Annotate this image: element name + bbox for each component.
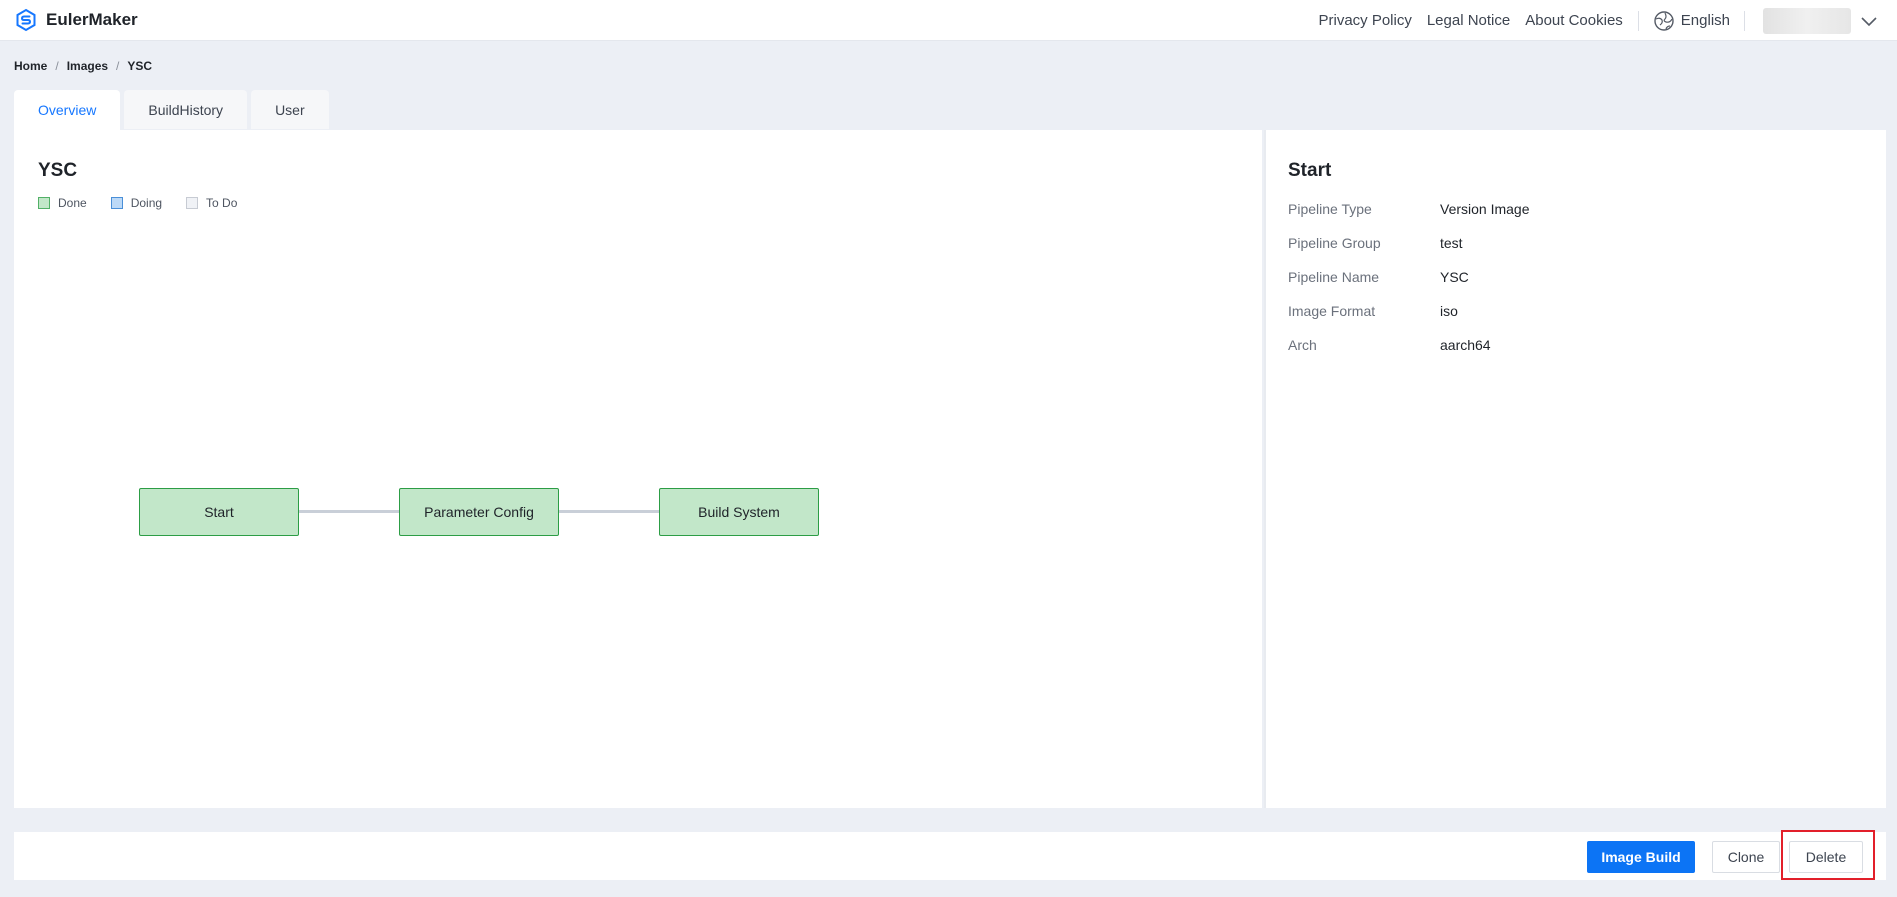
globe-icon — [1654, 10, 1674, 31]
chevron-down-icon[interactable] — [1857, 9, 1881, 33]
breadcrumb-separator: / — [55, 59, 59, 73]
app-name: EulerMaker — [46, 10, 138, 29]
delete-button[interactable]: Delete — [1789, 841, 1863, 873]
legal-notice-link[interactable]: Legal Notice — [1427, 12, 1510, 29]
detail-row: Pipeline Name YSC — [1288, 269, 1848, 303]
detail-key: Pipeline Group — [1288, 235, 1381, 251]
breadcrumb-current: YSC — [127, 59, 153, 73]
pipeline-node-parameter-config[interactable]: Parameter Config — [399, 488, 559, 536]
tab-user[interactable]: User — [251, 90, 329, 129]
detail-key: Pipeline Name — [1288, 269, 1380, 285]
detail-row: Arch aarch64 — [1288, 337, 1848, 371]
breadcrumb-images[interactable]: Images — [67, 59, 108, 73]
detail-value: iso — [1440, 303, 1458, 319]
pipeline-connector — [299, 510, 401, 513]
nav-divider — [1744, 10, 1745, 31]
tab-buildhistory[interactable]: BuildHistory — [124, 90, 248, 129]
details-title: Start — [1288, 160, 1332, 181]
pipeline-overview-panel: YSC Done Doing To Do Start Parameter Con… — [14, 130, 1262, 808]
detail-value: YSC — [1440, 269, 1469, 285]
pipeline-connector — [559, 510, 661, 513]
detail-key: Arch — [1288, 337, 1317, 353]
detail-row: Pipeline Group test — [1288, 235, 1848, 269]
privacy-policy-link[interactable]: Privacy Policy — [1318, 12, 1411, 29]
tab-bar: Overview BuildHistory User — [14, 90, 329, 130]
language-switcher[interactable]: English — [1653, 10, 1730, 32]
detail-key: Pipeline Type — [1288, 201, 1372, 217]
breadcrumb-separator: / — [116, 59, 120, 73]
breadcrumb-home[interactable]: Home — [14, 59, 47, 73]
pipeline-flow: Start Parameter Config Build System — [14, 130, 1262, 808]
tab-overview[interactable]: Overview — [14, 90, 121, 130]
breadcrumb: Home / Images / YSC — [14, 59, 152, 73]
eulermaker-logo-icon — [16, 8, 36, 32]
pipeline-node-build-system[interactable]: Build System — [659, 488, 819, 536]
about-cookies-link[interactable]: About Cookies — [1525, 12, 1623, 29]
detail-value: test — [1440, 235, 1463, 251]
detail-key: Image Format — [1288, 303, 1376, 319]
details-list: Pipeline Type Version Image Pipeline Gro… — [1288, 201, 1848, 371]
detail-value: Version Image — [1440, 201, 1530, 217]
app-logo[interactable]: EulerMaker — [14, 8, 138, 32]
clone-button[interactable]: Clone — [1712, 841, 1780, 873]
image-build-button[interactable]: Image Build — [1587, 841, 1695, 873]
pipeline-node-start[interactable]: Start — [139, 488, 299, 536]
detail-row: Pipeline Type Version Image — [1288, 201, 1848, 235]
nav-divider — [1637, 10, 1639, 31]
language-label: English — [1680, 12, 1730, 29]
user-avatar-blurred[interactable] — [1763, 7, 1851, 34]
detail-row: Image Format iso — [1288, 303, 1848, 337]
detail-value: aarch64 — [1440, 337, 1491, 353]
top-nav: Privacy Policy Legal Notice About Cookie… — [1318, 0, 1897, 41]
top-bar: EulerMaker Privacy Policy Legal Notice A… — [0, 0, 1897, 41]
node-details-panel: Start Pipeline Type Version Image Pipeli… — [1264, 130, 1886, 808]
action-bar: Image Build Clone Delete — [14, 832, 1886, 880]
